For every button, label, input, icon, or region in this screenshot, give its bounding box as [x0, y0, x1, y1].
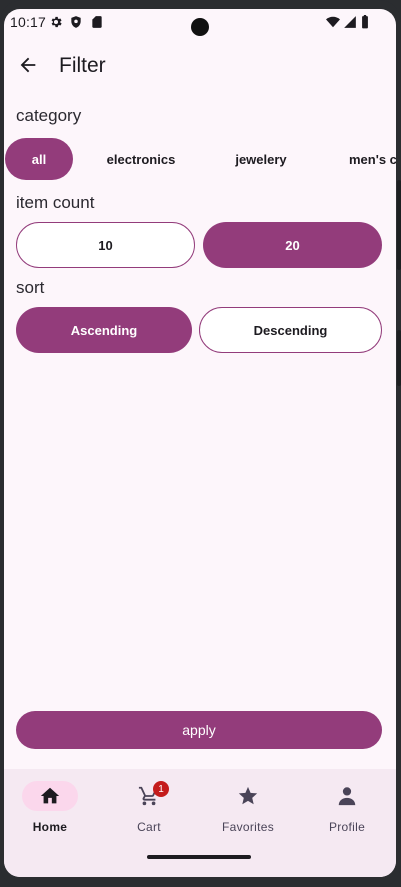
screen: 10:17 Filter category all electronics je…: [4, 9, 396, 877]
status-bar: 10:17: [4, 9, 396, 36]
signal-icon: [344, 16, 356, 28]
category-label: category: [16, 106, 82, 125]
category-chip-all[interactable]: all: [5, 138, 73, 180]
item-count-20-button[interactable]: 20: [203, 222, 382, 268]
power-button: [397, 180, 401, 270]
page-title: Filter: [59, 54, 106, 77]
sort-descending-button[interactable]: Descending: [199, 307, 382, 353]
nav-indicator: [22, 781, 78, 811]
cart-badge: 1: [153, 781, 169, 797]
nav-item-favorites[interactable]: Favorites: [208, 779, 288, 849]
nav-label-profile: Profile: [328, 820, 366, 834]
wifi-icon: [326, 16, 340, 28]
settings-icon: [51, 16, 62, 28]
nav-icon-container: [319, 781, 375, 811]
back-button[interactable]: [14, 51, 42, 79]
nav-item-home[interactable]: Home: [10, 779, 90, 849]
front-camera: [191, 18, 209, 36]
item-count-10-button[interactable]: 10: [16, 222, 195, 268]
category-chip-jewelery[interactable]: jewelery: [224, 138, 298, 180]
person-icon: [338, 787, 356, 806]
device-frame: 10:17 Filter category all electronics je…: [0, 0, 401, 887]
nav-label-cart: Cart: [137, 820, 161, 834]
status-time: 10:17: [10, 14, 47, 30]
shield-icon: [71, 16, 81, 28]
nav-item-profile[interactable]: Profile: [307, 779, 387, 849]
gesture-home-indicator[interactable]: [147, 855, 251, 859]
nav-item-cart[interactable]: 1 Cart: [109, 779, 189, 849]
item-count-label: item count: [16, 193, 95, 212]
home-icon: [40, 787, 60, 804]
category-chip-electronics[interactable]: electronics: [96, 138, 186, 180]
apply-button[interactable]: apply: [16, 711, 382, 749]
nav-label-home: Home: [32, 820, 68, 834]
battery-icon: [362, 15, 368, 29]
sort-label: sort: [16, 278, 45, 297]
nav-label-favorites: Favorites: [221, 820, 275, 834]
sd-card-icon: [92, 16, 102, 28]
category-chip-row[interactable]: all electronics jewelery men's c: [4, 138, 396, 180]
star-icon: [238, 786, 258, 805]
arrow-back-icon: [20, 57, 36, 73]
top-app-bar: Filter: [4, 47, 396, 87]
sort-ascending-button[interactable]: Ascending: [16, 307, 192, 353]
volume-button: [397, 330, 401, 386]
bottom-navigation-bar: Home 1 Cart Favorites Profile: [4, 769, 396, 877]
category-chip-mens-clothing[interactable]: men's c: [342, 138, 396, 180]
nav-icon-container: [220, 781, 276, 811]
